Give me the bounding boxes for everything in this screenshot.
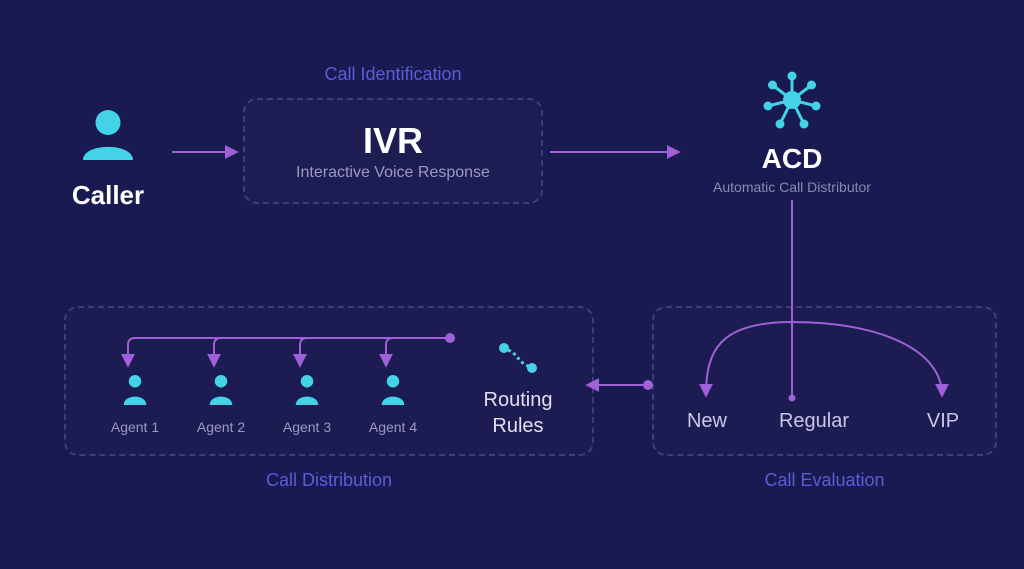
- agent-3-label: Agent 3: [272, 419, 342, 435]
- eval-category-regular: Regular: [764, 410, 864, 433]
- section-label-distribution: Call Distribution: [64, 470, 594, 491]
- agent-3: Agent 3: [272, 372, 342, 435]
- routing-icon: [496, 340, 540, 376]
- section-label-identification: Call Identification: [243, 64, 543, 85]
- routing-rules-node: Routing Rules: [458, 340, 578, 439]
- agent-4: Agent 4: [358, 372, 428, 435]
- routing-line2: Rules: [492, 415, 543, 437]
- agent-icon: [206, 372, 236, 408]
- ivr-subtitle: Interactive Voice Response: [296, 164, 490, 182]
- agent-icon: [378, 372, 408, 408]
- routing-line1: Routing: [484, 389, 553, 411]
- agent-icon: [120, 372, 150, 408]
- acd-node: ACD Automatic Call Distributor: [692, 70, 892, 195]
- hub-icon: [762, 70, 822, 130]
- agent-1: Agent 1: [100, 372, 170, 435]
- person-icon: [78, 105, 138, 165]
- acd-subtitle: Automatic Call Distributor: [692, 179, 892, 195]
- caller-node: Caller: [48, 105, 168, 211]
- caller-label: Caller: [48, 180, 168, 211]
- eval-category-vip: VIP: [918, 410, 968, 433]
- agent-4-label: Agent 4: [358, 419, 428, 435]
- ivr-title: IVR: [363, 120, 423, 162]
- diagram-canvas: Caller Call Identification IVR Interacti…: [0, 0, 1024, 569]
- routing-title: Routing Rules: [458, 387, 578, 439]
- ivr-node: IVR Interactive Voice Response: [243, 98, 543, 204]
- agent-2: Agent 2: [186, 372, 256, 435]
- agent-icon: [292, 372, 322, 408]
- agent-2-label: Agent 2: [186, 419, 256, 435]
- acd-title: ACD: [692, 143, 892, 175]
- call-evaluation-box: [652, 306, 997, 456]
- eval-category-new: New: [677, 410, 737, 433]
- agent-1-label: Agent 1: [100, 419, 170, 435]
- section-label-evaluation: Call Evaluation: [652, 470, 997, 491]
